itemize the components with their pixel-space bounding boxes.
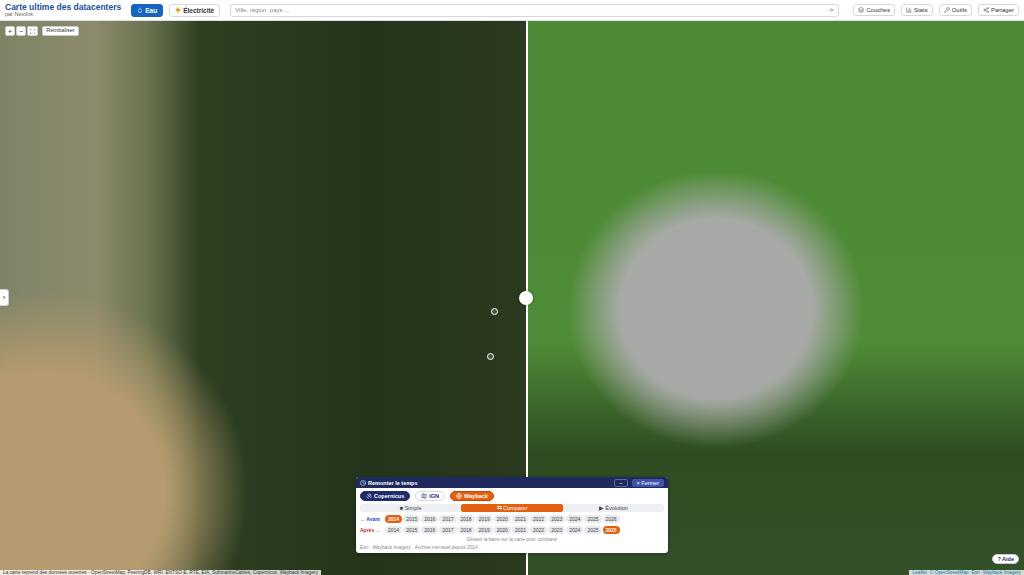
layer-button[interactable]: Électricité [169, 4, 220, 17]
source-button[interactable]: Wayback [450, 491, 494, 501]
year-pill[interactable]: 2021 [512, 526, 529, 534]
year-pill[interactable]: 2022 [530, 526, 547, 534]
year-pill[interactable]: 2016 [421, 526, 438, 534]
time-panel: Remonter le temps −× Fermer Copernicus IGN W… [356, 477, 668, 553]
time-panel-body: Copernicus IGN Wayback ■ Simple⇆ Comparer▶ … [356, 488, 668, 553]
source-icon [366, 493, 372, 499]
time-panel-header: Remonter le temps −× Fermer [356, 477, 668, 488]
zoom-controls: +−⛶ Réinitialiser [5, 26, 79, 36]
year-pill[interactable]: 2024 [566, 515, 583, 523]
year-pill[interactable]: 2025 [584, 515, 601, 523]
mode-tab[interactable]: ⇆ Comparer [461, 504, 562, 512]
layer-button[interactable]: Eau [131, 4, 163, 17]
source-row: Copernicus IGN Wayback [360, 491, 664, 501]
app-title: Carte ultime des datacenters [5, 3, 121, 12]
sidebar-toggle[interactable]: › [0, 289, 9, 306]
year-pill[interactable]: 2025 [603, 526, 620, 534]
attribution-link[interactable]: Esri [972, 570, 980, 575]
year-row: ← Avant201420152016201720182019202020212… [360, 515, 664, 523]
map-app: Carte ultime des datacenterspar NextInk E… [0, 0, 1024, 575]
year-pill[interactable]: 2020 [494, 526, 511, 534]
toolbar-button[interactable]: Stats [901, 4, 933, 16]
year-row-label: ← Avant [360, 516, 384, 522]
clock-icon [360, 480, 366, 486]
year-pill[interactable]: 2024 [566, 526, 583, 534]
year-pill[interactable]: 2015 [403, 526, 420, 534]
source-icon [421, 493, 427, 499]
toolbar-icon [983, 7, 989, 13]
top-bar: Carte ultime des datacenterspar NextInk E… [0, 0, 1024, 21]
header-buttons: −× Fermer [614, 479, 664, 487]
mode-tabs: ■ Simple⇆ Comparer▶ Évolution [360, 504, 664, 512]
year-pill[interactable]: 2014 [385, 515, 402, 523]
toolbar-button[interactable]: Partager [978, 4, 1019, 16]
toolbar-icon [906, 7, 912, 13]
search-placeholder: Ville, région, pays ... [235, 7, 289, 13]
attribution-link[interactable]: Wayback Imagery [983, 570, 1021, 575]
droplet-icon [137, 7, 143, 13]
toolbar-button[interactable]: Outils [939, 4, 972, 16]
zoom-button[interactable]: − [16, 26, 26, 36]
compare-hint: Glissez la barre sur la carte pour compa… [360, 537, 664, 542]
toolbar-icon [944, 7, 950, 13]
source-button[interactable]: Copernicus [360, 491, 410, 501]
year-pill[interactable]: 2023 [548, 515, 565, 523]
lightning-icon [175, 7, 181, 13]
map-marker[interactable] [491, 308, 498, 315]
zoom-button[interactable]: + [5, 26, 15, 36]
year-row: Après →201420152016201720182019202020212… [360, 526, 664, 534]
year-pill[interactable]: 2021 [512, 515, 529, 523]
year-pill[interactable]: 2015 [403, 515, 420, 523]
year-pill[interactable]: 2017 [439, 515, 456, 523]
search-field[interactable]: Ville, région, pays ... [230, 4, 839, 17]
year-pill[interactable]: 2026 [603, 515, 620, 523]
year-pill[interactable]: 2022 [530, 515, 547, 523]
help-button[interactable]: ? Aide [992, 554, 1019, 564]
data-attribution: La carte reprend des données ouvertes · … [0, 570, 321, 575]
year-pill[interactable]: 2019 [476, 515, 493, 523]
year-pill[interactable]: 2017 [439, 526, 456, 534]
year-row-label: Après → [360, 527, 384, 533]
source-icon [456, 493, 462, 499]
app-subtitle: par NextInk [5, 12, 121, 18]
submit-arrow-icon[interactable] [828, 7, 834, 13]
year-pill[interactable]: 2014 [385, 526, 402, 534]
year-pill[interactable]: 2025 [584, 526, 601, 534]
zoom-button[interactable]: ⛶ [27, 26, 38, 36]
toolbar-icon [858, 7, 864, 13]
map[interactable]: +−⛶Réinitialiser›Remonter le temps−× Fer… [0, 21, 1024, 575]
mode-tab[interactable]: ▶ Évolution [563, 504, 664, 512]
close-button[interactable]: × Fermer [632, 479, 664, 487]
map-marker[interactable] [487, 353, 494, 360]
year-pill[interactable]: 2018 [458, 526, 475, 534]
year-pill[interactable]: 2018 [458, 515, 475, 523]
attribution-link[interactable]: Leaflet [912, 570, 926, 575]
source-note: Esri · Wayback Imagery · Archive mensuel… [360, 545, 664, 550]
map-attribution: Leaflet © OpenStreetMapEsriWayback Imager… [909, 570, 1024, 575]
source-button[interactable]: IGN [415, 491, 445, 501]
reset-button[interactable]: Réinitialiser [42, 26, 78, 36]
attribution-link[interactable]: © OpenStreetMap [930, 570, 969, 575]
year-pill[interactable]: 2023 [548, 526, 565, 534]
toolbar-button[interactable]: Couches [853, 4, 895, 16]
mode-tab[interactable]: ■ Simple [360, 504, 461, 512]
year-pill[interactable]: 2016 [421, 515, 438, 523]
brand: Carte ultime des datacenterspar NextInk [5, 3, 121, 18]
minimize-button[interactable]: − [614, 479, 627, 487]
time-panel-title: Remonter le temps [360, 480, 418, 486]
year-pill[interactable]: 2019 [476, 526, 493, 534]
year-pill[interactable]: 2020 [494, 515, 511, 523]
